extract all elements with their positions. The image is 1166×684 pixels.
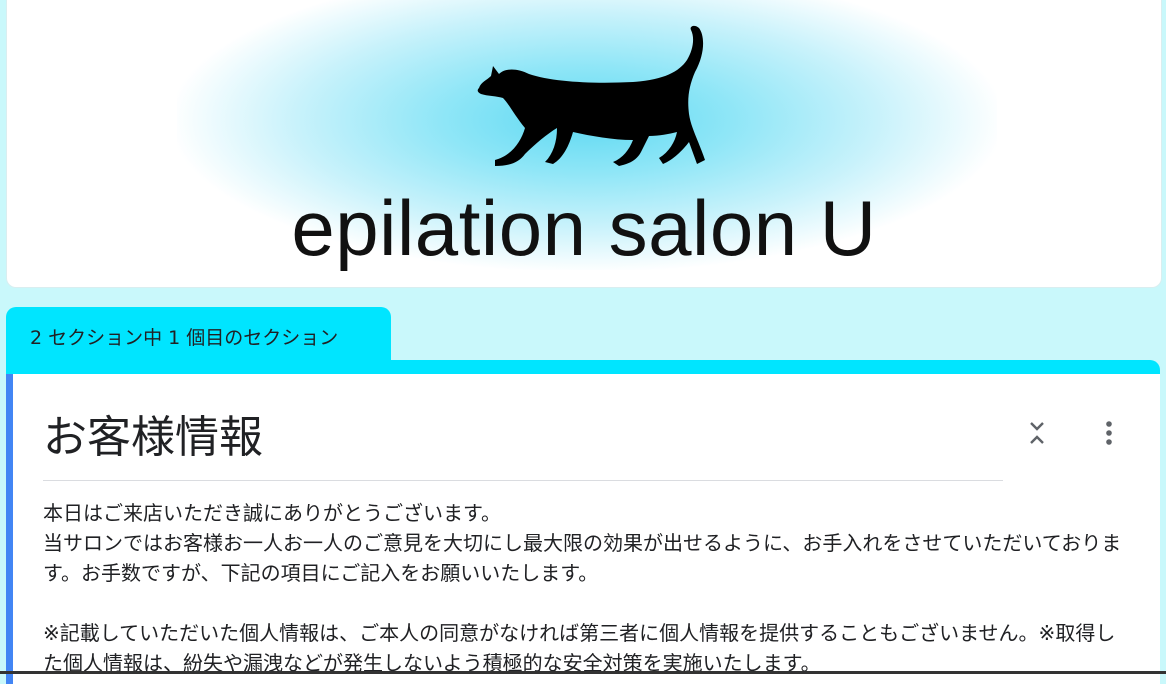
brand-name: epilation salon U (291, 184, 877, 272)
section-card: お客様情報 本日はご来店いただき誠にありがとうございます。 当サロンではお客様お… (6, 374, 1160, 684)
header-image: epilation salon U (6, 0, 1162, 288)
section-description: 本日はご来店いただき誠にありがとうございます。 当サロンではお客様お一人お一人の… (43, 501, 1122, 675)
cat-silhouette-icon (477, 25, 705, 167)
section-indicator-label: 2 セクション中 1 個目のセクション (30, 326, 339, 349)
section-title: お客様情報 (43, 412, 263, 463)
collapse-chevrons-icon (1030, 422, 1044, 444)
title-divider (43, 480, 1003, 481)
more-options-button[interactable] (1095, 418, 1123, 448)
collapse-section-button[interactable] (1023, 418, 1051, 448)
more-vert-icon (1106, 421, 1112, 445)
section-indicator-tab: 2 セクション中 1 個目のセクション (6, 307, 391, 365)
